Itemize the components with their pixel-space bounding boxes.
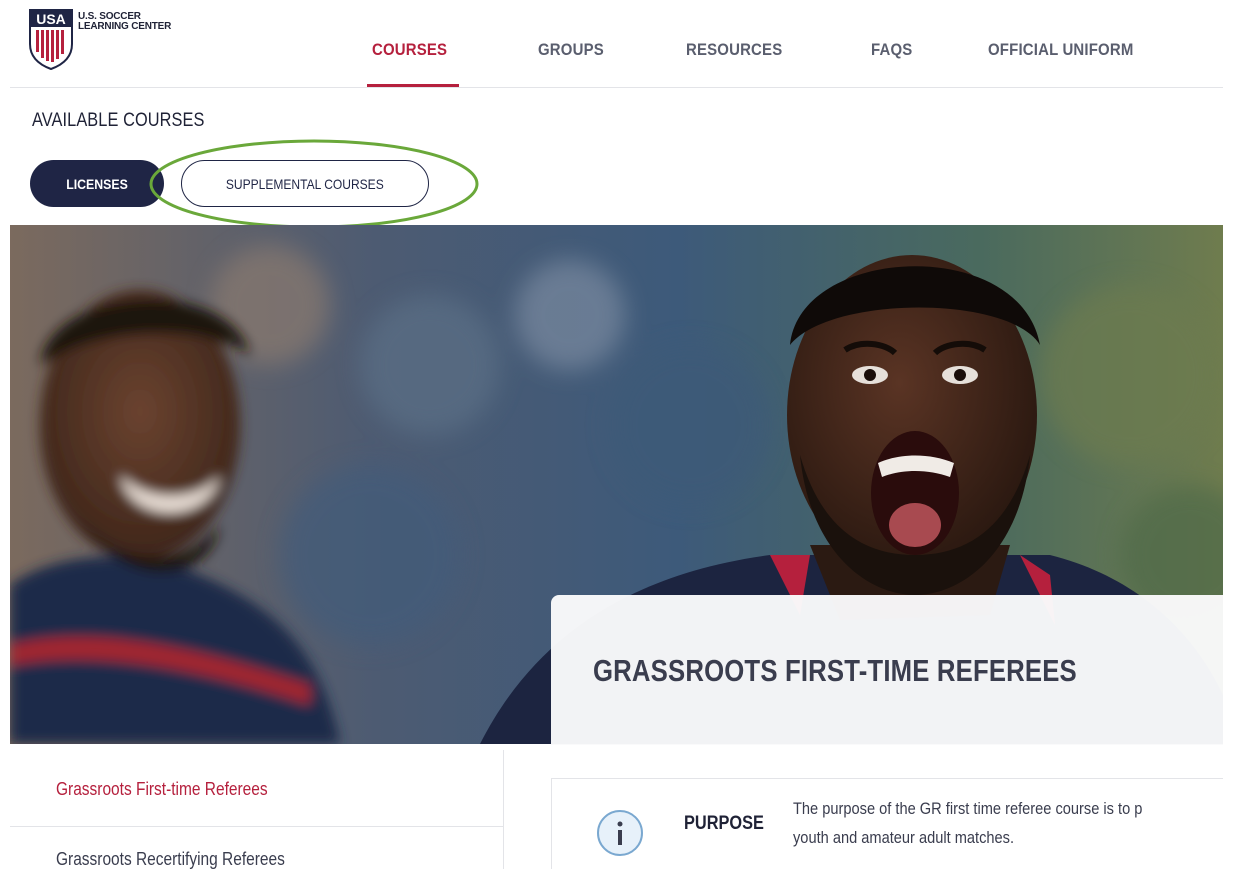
licenses-tab-label: LICENSES	[66, 175, 128, 192]
purpose-line-1: The purpose of the GR first time referee…	[793, 799, 1143, 818]
supplemental-courses-tab-label: SUPPLEMENTAL COURSES	[226, 175, 384, 192]
licenses-tab-button[interactable]: LICENSES	[30, 160, 164, 207]
nav-resources[interactable]: RESOURCES	[686, 40, 782, 60]
usa-crest-icon: USA	[29, 9, 73, 70]
purpose-heading: PURPOSE	[684, 813, 764, 834]
course-detail-panel: PURPOSE The purpose of the GR first time…	[551, 778, 1223, 869]
course-list-item-label: Grassroots Recertifying Referees	[56, 849, 285, 869]
logo-line2: LEARNING CENTER	[78, 21, 172, 32]
supplemental-courses-tab-button[interactable]: SUPPLEMENTAL COURSES	[181, 160, 429, 207]
nav-courses[interactable]: COURSES	[372, 40, 447, 60]
nav-official-uniform[interactable]: OFFICIAL UNIFORM	[988, 40, 1133, 60]
hero-title-card: GRASSROOTS FIRST-TIME REFEREES	[551, 595, 1223, 745]
course-list-item-recertifying[interactable]: Grassroots Recertifying Referees	[10, 827, 504, 869]
site-header: USA U.S. SOCCER LEARNING CENTER COURSES …	[0, 0, 1233, 90]
nav-faqs[interactable]: FAQS	[871, 40, 912, 60]
page-title: AVAILABLE COURSES	[32, 110, 205, 131]
course-list-item-label: Grassroots First-time Referees	[56, 779, 268, 799]
course-list: Grassroots First-time Referees Grassroot…	[10, 750, 504, 869]
us-soccer-logo[interactable]: USA U.S. SOCCER LEARNING CENTER	[28, 8, 171, 70]
svg-text:USA: USA	[36, 11, 66, 27]
course-title: GRASSROOTS FIRST-TIME REFEREES	[593, 653, 1077, 688]
course-list-item-first-time[interactable]: Grassroots First-time Referees	[10, 750, 504, 827]
purpose-line-2: youth and amateur adult matches.	[793, 828, 1015, 847]
nav-groups[interactable]: GROUPS	[538, 40, 604, 60]
info-icon	[597, 810, 643, 856]
purpose-description: The purpose of the GR first time referee…	[793, 794, 1224, 852]
header-divider	[10, 87, 1223, 88]
logo-wordmark: U.S. SOCCER LEARNING CENTER	[78, 12, 171, 32]
